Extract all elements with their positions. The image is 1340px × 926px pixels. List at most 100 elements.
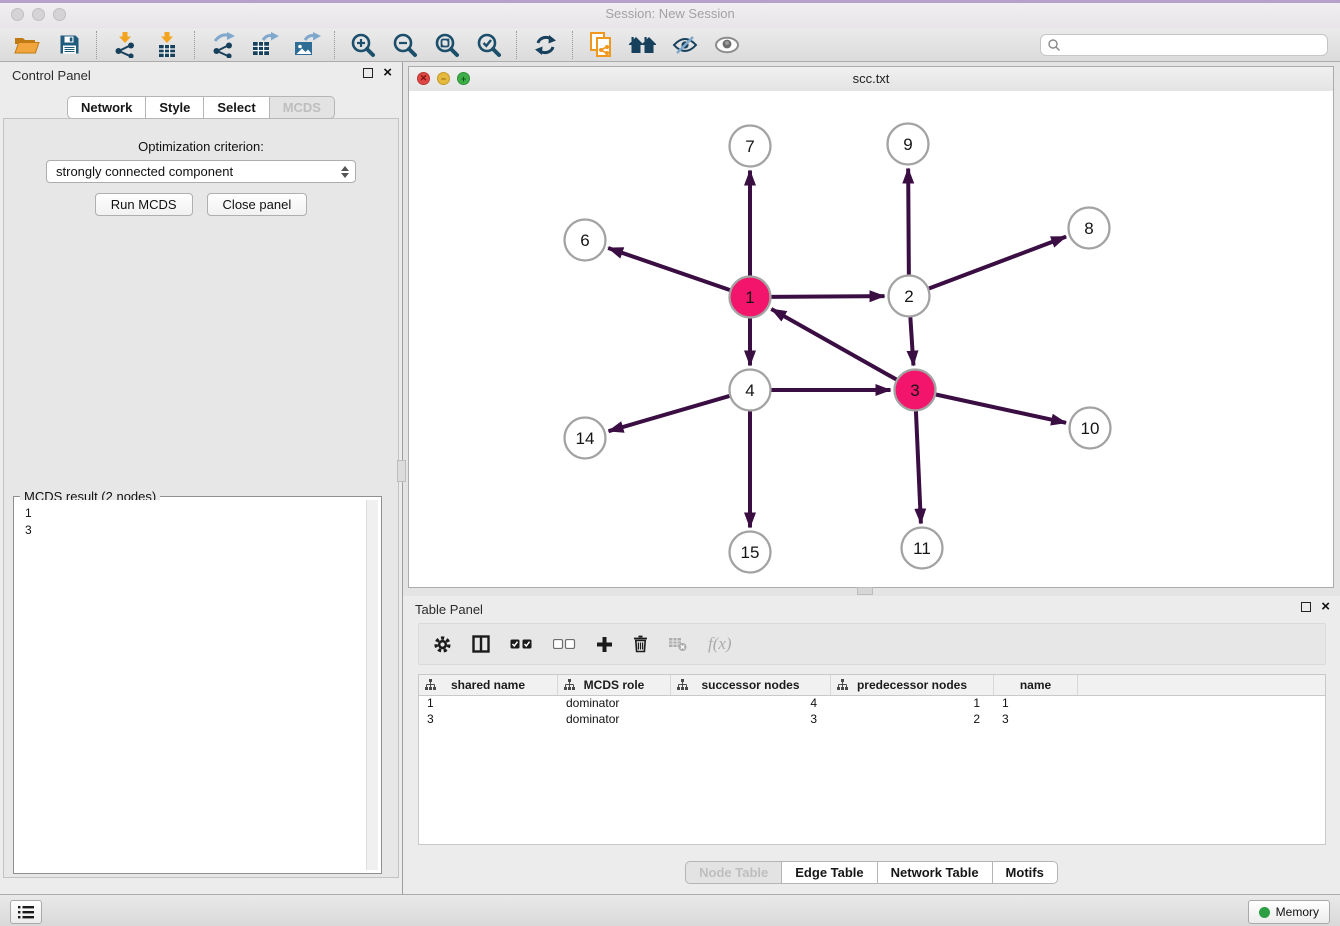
open-folder-icon bbox=[14, 34, 40, 55]
unselect-all-columns-button[interactable] bbox=[553, 632, 576, 656]
app-titlebar: Session: New Session bbox=[0, 0, 1340, 29]
tab-network[interactable]: Network bbox=[67, 96, 146, 119]
zoom-fit-button[interactable] bbox=[432, 31, 462, 59]
graph-edge-3-11[interactable] bbox=[916, 409, 921, 523]
run-mcds-button[interactable]: Run MCDS bbox=[95, 193, 193, 216]
copy-current-style-button[interactable] bbox=[586, 31, 616, 59]
cell-r0-shared-name[interactable]: 1 bbox=[419, 696, 558, 712]
status-bar: Memory bbox=[0, 894, 1340, 926]
search-input[interactable] bbox=[1061, 35, 1327, 55]
zoom-selected-icon bbox=[476, 32, 502, 58]
network-title: scc.txt bbox=[409, 71, 1333, 86]
home-layout-icon bbox=[628, 34, 658, 56]
export-image-button[interactable] bbox=[292, 31, 322, 59]
vertical-splitter-grip[interactable] bbox=[397, 460, 406, 482]
graph-edge-2-8[interactable] bbox=[927, 237, 1066, 289]
refresh-icon bbox=[533, 33, 558, 57]
graph-node-label-14: 14 bbox=[576, 429, 595, 448]
mcds-result-text[interactable]: 1 3 bbox=[17, 500, 367, 870]
tab-select[interactable]: Select bbox=[204, 96, 269, 119]
table-toolbar: f(x) bbox=[418, 623, 1326, 665]
table-options-button[interactable] bbox=[433, 632, 452, 656]
hide-selected-button[interactable] bbox=[670, 31, 700, 59]
zoom-selected-button[interactable] bbox=[474, 31, 504, 59]
save-floppy-icon bbox=[59, 34, 80, 55]
right-region: ✕ − + scc.txt 7968124314101511 Table Pan… bbox=[403, 62, 1340, 894]
cell-r0-successor-nodes[interactable]: 4 bbox=[671, 696, 831, 712]
zoom-fit-icon bbox=[434, 32, 460, 58]
select-all-columns-button[interactable] bbox=[510, 632, 533, 656]
table-panel-float-icon[interactable] bbox=[1301, 602, 1311, 612]
graph-edge-1-2[interactable] bbox=[769, 296, 884, 297]
graph-node-label-9: 9 bbox=[903, 135, 912, 154]
delete-column-button[interactable] bbox=[633, 632, 648, 656]
control-panel-float-icon[interactable] bbox=[363, 68, 373, 78]
mcds-result-group: MCDS result (2 nodes) 1 3 bbox=[13, 496, 382, 874]
task-history-button[interactable] bbox=[10, 900, 42, 924]
node-table: shared nameMCDS rolesuccessor nodesprede… bbox=[418, 674, 1326, 845]
graph-edge-3-1[interactable] bbox=[771, 309, 898, 380]
horizontal-splitter-grip[interactable] bbox=[857, 587, 873, 595]
graph-edge-1-6[interactable] bbox=[608, 248, 731, 291]
column-header-name[interactable]: name bbox=[994, 675, 1078, 695]
tab-node-table[interactable]: Node Table bbox=[685, 861, 782, 884]
cell-r1-successor-nodes[interactable]: 3 bbox=[671, 712, 831, 728]
zoom-out-icon bbox=[392, 32, 418, 58]
cell-r0-predecessor-nodes[interactable]: 1 bbox=[831, 696, 994, 712]
refresh-button[interactable] bbox=[530, 31, 560, 59]
tab-mcds[interactable]: MCDS bbox=[270, 96, 335, 119]
graph-edge-2-3[interactable] bbox=[910, 315, 913, 365]
zoom-out-button[interactable] bbox=[390, 31, 420, 59]
optimization-criterion-label: Optimization criterion: bbox=[4, 139, 398, 154]
add-column-button[interactable] bbox=[596, 632, 613, 656]
cell-r0-mcds-role[interactable]: dominator bbox=[558, 696, 671, 712]
delete-table-button[interactable] bbox=[668, 632, 688, 656]
eye-slash-icon bbox=[672, 35, 698, 55]
save-session-button[interactable] bbox=[54, 31, 84, 59]
close-panel-button[interactable]: Close panel bbox=[207, 193, 308, 216]
import-table-button[interactable] bbox=[152, 31, 182, 59]
show-columns-button[interactable] bbox=[472, 632, 490, 656]
control-panel-close-icon[interactable]: × bbox=[383, 68, 392, 78]
export-network-icon bbox=[210, 32, 237, 58]
criterion-dropdown[interactable]: strongly connected component bbox=[46, 160, 356, 183]
network-graph: 7968124314101511 bbox=[409, 91, 1333, 588]
column-header-shared-name[interactable]: shared name bbox=[419, 675, 558, 695]
mcds-result-scrollbar[interactable] bbox=[366, 500, 378, 870]
cell-r1-mcds-role[interactable]: dominator bbox=[558, 712, 671, 728]
open-file-button[interactable] bbox=[12, 31, 42, 59]
show-all-button[interactable] bbox=[712, 31, 742, 59]
graph-edge-2-9[interactable] bbox=[908, 168, 909, 276]
column-header-successor-nodes[interactable]: successor nodes bbox=[671, 675, 831, 695]
export-network-button[interactable] bbox=[208, 31, 238, 59]
import-network-button[interactable] bbox=[110, 31, 140, 59]
column-header-predecessor-nodes[interactable]: predecessor nodes bbox=[831, 675, 994, 695]
tab-motifs[interactable]: Motifs bbox=[993, 861, 1058, 884]
mcds-panel: Optimization criterion: strongly connect… bbox=[3, 118, 399, 878]
tab-edge-table[interactable]: Edge Table bbox=[782, 861, 877, 884]
column-header-mcds-role[interactable]: MCDS role bbox=[558, 675, 671, 695]
table-row[interactable]: 1dominator411 bbox=[419, 696, 1325, 712]
network-canvas[interactable]: 7968124314101511 bbox=[409, 91, 1333, 587]
search-field[interactable] bbox=[1040, 34, 1328, 56]
graph-edge-3-10[interactable] bbox=[934, 394, 1066, 423]
graph-node-label-4: 4 bbox=[745, 381, 754, 400]
tab-network-table[interactable]: Network Table bbox=[878, 861, 993, 884]
checked-boxes-icon bbox=[510, 639, 533, 649]
zoom-in-button[interactable] bbox=[348, 31, 378, 59]
apply-preferred-layout-button[interactable] bbox=[628, 31, 658, 59]
dropdown-stepper-icon bbox=[341, 166, 349, 178]
table-panel-close-icon[interactable]: × bbox=[1321, 602, 1330, 612]
cell-r1-predecessor-nodes[interactable]: 2 bbox=[831, 712, 994, 728]
memory-button[interactable]: Memory bbox=[1248, 900, 1330, 924]
cell-r1-name[interactable]: 3 bbox=[994, 712, 1078, 728]
graph-edge-4-14[interactable] bbox=[609, 395, 732, 431]
table-row[interactable]: 3dominator323 bbox=[419, 712, 1325, 728]
export-table-button[interactable] bbox=[250, 31, 280, 59]
cell-r1-shared-name[interactable]: 3 bbox=[419, 712, 558, 728]
tab-style[interactable]: Style bbox=[146, 96, 204, 119]
cell-r0-name[interactable]: 1 bbox=[994, 696, 1078, 712]
function-builder-button[interactable]: f(x) bbox=[708, 634, 732, 654]
network-window-titlebar[interactable]: ✕ − + scc.txt bbox=[409, 67, 1333, 92]
column-sort-icon bbox=[564, 679, 575, 690]
